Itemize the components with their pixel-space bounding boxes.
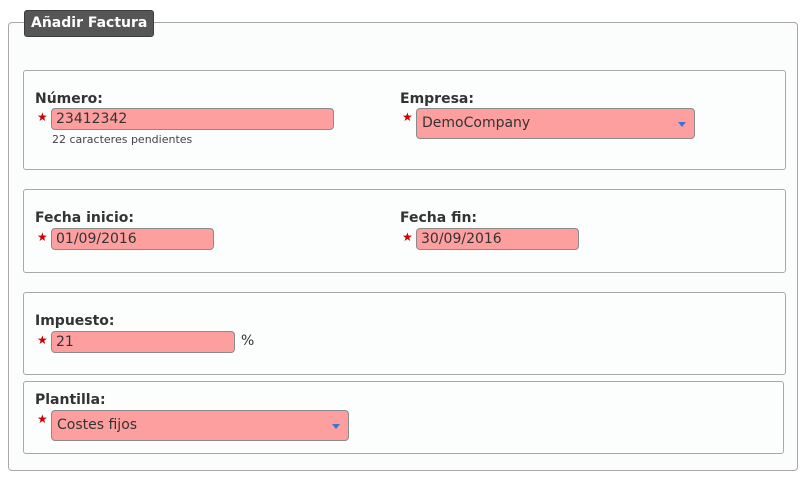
percent-unit: % [241, 333, 255, 349]
plantilla-select[interactable]: Costes fijos [51, 410, 349, 441]
required-star-icon: ★ [37, 230, 48, 244]
numero-input[interactable]: 23412342 [51, 108, 334, 130]
numero-chars-remaining: 22 caracteres pendientes [52, 133, 193, 146]
chevron-down-icon [678, 122, 686, 127]
numero-label: Número: [35, 91, 103, 107]
required-star-icon: ★ [37, 333, 48, 347]
required-star-icon: ★ [402, 230, 413, 244]
impuesto-input[interactable]: 21 [51, 331, 235, 353]
required-star-icon: ★ [37, 412, 48, 426]
required-star-icon: ★ [402, 110, 413, 124]
plantilla-label: Plantilla: [35, 392, 106, 408]
fecha-inicio-input[interactable]: 01/09/2016 [51, 228, 214, 250]
fecha-fin-label: Fecha fin: [400, 210, 478, 226]
plantilla-selected-value: Costes fijos [57, 417, 138, 433]
chevron-down-icon [332, 424, 340, 429]
form-title: Añadir Factura [24, 10, 155, 37]
empresa-label: Empresa: [400, 91, 474, 107]
empresa-select[interactable]: DemoCompany [416, 108, 695, 139]
fecha-fin-input[interactable]: 30/09/2016 [416, 228, 579, 250]
fecha-inicio-label: Fecha inicio: [35, 210, 134, 226]
empresa-selected-value: DemoCompany [422, 115, 531, 131]
impuesto-label: Impuesto: [35, 313, 115, 329]
required-star-icon: ★ [37, 110, 48, 124]
